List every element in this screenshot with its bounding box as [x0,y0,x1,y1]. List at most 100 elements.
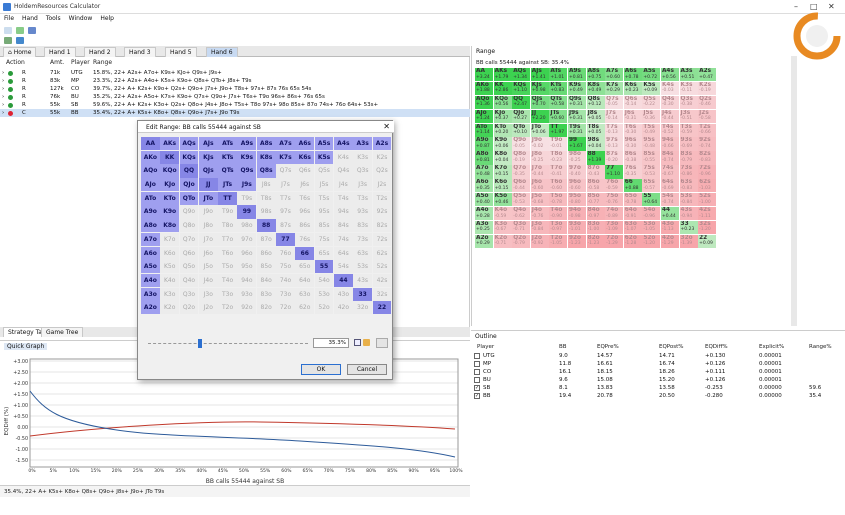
range-hand-cell[interactable]: 99 +1.67 [567,137,586,151]
dialog-hand-cell[interactable]: J6s [295,178,315,192]
dialog-hand-cell[interactable]: A5s [314,137,334,151]
tab-home[interactable]: ⌂ Home [3,47,37,57]
range-hand-cell[interactable]: T8o -0.23 [549,151,568,165]
dialog-hand-cell[interactable]: 95s [314,205,334,219]
dialog-hand-cell[interactable]: A9s [237,137,257,151]
dialog-hand-cell[interactable]: 96s [295,205,315,219]
dialog-hand-cell[interactable]: AQs [179,137,199,151]
range-hand-cell[interactable]: QJs +0.70 [530,95,549,110]
range-hand-cell[interactable]: Q6o -0.44 [512,179,531,193]
range-hand-cell[interactable]: A9s +0.81 [567,68,586,82]
table-row[interactable]: › R 127k CO 39.7%, 22+ A+ K2s+ K9o+ Q2s+ Q9o… [0,85,470,93]
range-hand-cell[interactable]: J9s +0.31 [567,109,586,123]
range-hand-cell[interactable]: A8s +0.75 [586,68,605,82]
menu-window[interactable]: Window [65,14,97,23]
range-hand-cell[interactable]: ATs +1.01 [549,68,568,82]
dialog-hand-cell[interactable]: K6s [295,150,315,164]
dialog-hand-cell[interactable]: K8o [160,219,180,233]
menu-hand[interactable]: Hand [18,14,42,23]
dialog-hand-cell[interactable]: K8s [256,150,276,164]
dialog-hand-cell[interactable]: 62s [372,246,392,260]
range-hand-cell[interactable]: Q2s -0.46 [698,95,717,110]
dialog-hand-cell[interactable]: Q7s [276,164,295,178]
range-hand-cell[interactable]: 75o -0.76 [605,193,624,207]
dialog-hand-cell[interactable]: K9o [160,205,180,219]
dialog-hand-cell[interactable]: 86o [256,246,276,260]
range-hand-cell[interactable]: 98o -0.25 [567,151,586,165]
range-hand-cell[interactable]: T8s +0.05 [586,123,605,137]
dialog-hand-cell[interactable]: J6o [198,246,218,260]
open-icon[interactable] [16,27,24,34]
range-hand-cell[interactable]: T9o -0.01 [549,137,568,151]
dialog-hand-cell[interactable]: T3o [218,287,237,301]
dialog-hand-cell[interactable]: 64o [295,273,315,288]
range-hand-cell[interactable]: 73o -1.09 [605,220,624,235]
range-hand-cell[interactable]: 42s -1.11 [698,206,717,221]
dialog-hand-cell[interactable]: 73s [353,232,373,246]
dialog-hand-cell[interactable]: ATo [141,191,160,205]
dialog-hand-cell[interactable]: Q6o [179,246,199,260]
dialog-hand-cell[interactable]: AJo [141,178,160,192]
range-hand-cell[interactable]: QTo +0.10 [512,123,531,137]
dialog-hand-cell[interactable]: 74s [333,232,353,246]
dialog-hand-cell[interactable]: 82s [372,219,392,233]
dialog-hand-cell[interactable]: 43s [353,273,373,288]
outline-row[interactable]: BU 9.6 15.08 15.20 +0.126 0.00001 [471,376,845,384]
range-hand-cell[interactable]: J7s -0.14 [605,109,624,123]
dialog-hand-cell[interactable]: 93o [237,287,257,301]
range-hand-cell[interactable]: Q5s -0.22 [642,95,661,110]
range-hand-cell[interactable]: 65o -0.78 [623,193,642,207]
dialog-hand-cell[interactable]: 53o [314,287,334,301]
range-hand-cell[interactable]: 54o -0.96 [642,206,661,221]
lock-icon[interactable] [363,339,370,346]
range-hand-cell[interactable]: J8o -0.25 [530,151,549,165]
dialog-hand-cell[interactable]: KTo [160,191,180,205]
range-hand-cell[interactable]: 63o -1.07 [623,220,642,235]
range-percent-input[interactable]: 35.3% [313,338,349,348]
dialog-hand-cell[interactable]: 92s [372,205,392,219]
player-checkbox[interactable] [474,353,480,359]
dialog-hand-cell[interactable]: 97s [276,205,295,219]
range-hand-cell[interactable]: T7o -0.41 [549,165,568,179]
dialog-hand-cell[interactable]: J3o [198,287,218,301]
range-hand-cell[interactable]: AKo +1.88 [475,81,493,96]
dialog-hand-cell[interactable]: AJs [198,137,218,151]
dialog-hand-cell[interactable]: T2s [372,191,392,205]
range-hand-cell[interactable]: A6s +0.78 [623,68,642,82]
dialog-hand-cell[interactable]: K3s [353,150,373,164]
range-hand-cell[interactable]: A7o +0.48 [475,165,493,179]
tab-hand-6[interactable]: Hand 6 [206,47,238,57]
menu-file[interactable]: File [0,14,18,23]
dialog-hand-cell[interactable]: 63s [353,246,373,260]
dialog-hand-cell[interactable]: 52s [372,260,392,274]
dialog-hand-cell[interactable]: K6o [160,246,180,260]
range-hand-cell[interactable]: JTo +0.06 [530,123,549,137]
dialog-hand-cell[interactable]: T5o [218,260,237,274]
dialog-hand-cell[interactable]: A8s [256,137,276,151]
table-row[interactable]: › R 76k BU 35.2%, 22+ A2s+ A5o+ K7s+ K9o+ Q7… [0,93,470,101]
range-hand-cell[interactable]: 43o -1.13 [660,220,679,235]
dialog-hand-cell[interactable]: Q5o [179,260,199,274]
range-hand-cell[interactable]: A5s +0.72 [642,68,661,82]
dialog-hand-cell[interactable]: QJs [198,164,218,178]
range-hand-cell[interactable]: T5s -0.49 [642,123,661,137]
dialog-hand-cell[interactable]: J2o [198,301,218,315]
range-hand-cell[interactable]: 96s -0.30 [623,137,642,151]
expand-chevron-icon[interactable]: › [2,70,4,76]
range-hand-cell[interactable]: K4o -0.59 [493,206,512,221]
dialog-hand-cell[interactable]: T8s [256,191,276,205]
range-hand-cell[interactable]: A2s +0.47 [698,68,717,82]
dialog-hand-cell[interactable]: QQ [179,164,199,178]
dialog-hand-cell[interactable]: 62o [295,301,315,315]
dialog-hand-cell[interactable]: TT [218,191,237,205]
range-hand-cell[interactable]: T2s -0.66 [698,123,717,137]
dialog-hand-cell[interactable]: 63o [295,287,315,301]
player-checkbox[interactable]: ✓ [474,393,480,399]
range-hand-cell[interactable]: AKs +1.79 [493,68,512,82]
dialog-hand-cell[interactable]: 83s [353,219,373,233]
range-hand-cell[interactable]: K9s +0.49 [567,81,586,96]
dialog-hand-cell[interactable]: KQo [160,164,180,178]
dialog-hand-cell[interactable]: QJo [179,178,199,192]
range-hand-cell[interactable]: 95o -0.80 [567,193,586,207]
range-hand-cell[interactable]: 97s -0.13 [605,137,624,151]
